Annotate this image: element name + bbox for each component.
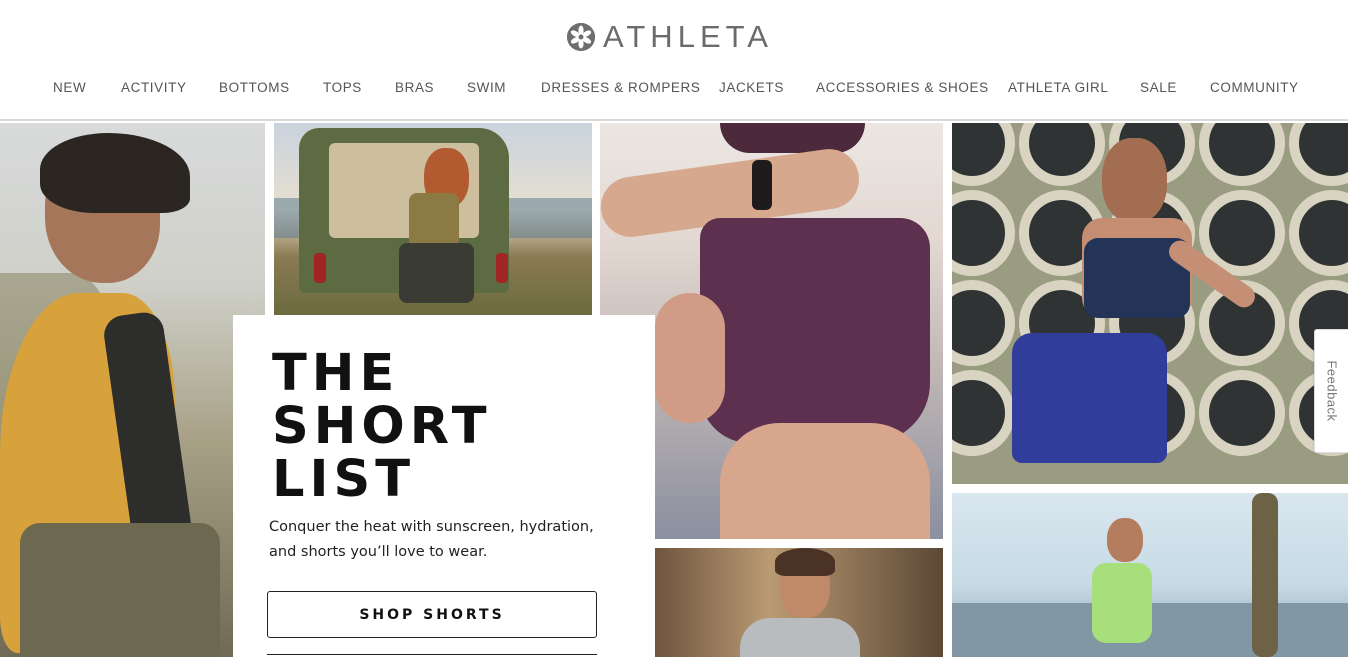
main-nav: NEW ACTIVITY BOTTOMS TOPS BRAS SWIM DRES… [0, 80, 1348, 100]
feedback-label: Feedback [1324, 360, 1339, 422]
nav-item-bottoms[interactable]: BOTTOMS [219, 80, 290, 95]
athleta-flower-logo-icon [567, 23, 595, 51]
brand-logo[interactable]: ATHLETA [567, 19, 773, 54]
nav-item-dresses-rompers[interactable]: DRESSES & ROMPERS [541, 80, 700, 95]
hero-image-palm[interactable] [655, 548, 943, 657]
promo-title-line: LIST [272, 450, 415, 509]
hero-image-car[interactable] [274, 123, 592, 315]
site-header: ATHLETA NEW ACTIVITY BOTTOMS TOPS BRAS S… [0, 0, 1348, 121]
nav-item-sale[interactable]: SALE [1140, 80, 1177, 95]
promo-subtitle-line: and shorts you’ll love to wear. [269, 544, 488, 560]
promo-title: THE SHORT LIST [272, 347, 632, 506]
brand-name: ATHLETA [603, 19, 773, 54]
promo-card: THE SHORT LIST Conquer the heat with sun… [233, 315, 655, 657]
hero-image-hiker[interactable] [0, 123, 265, 657]
nav-item-activity[interactable]: ACTIVITY [121, 80, 187, 95]
hero-image-runner[interactable] [952, 493, 1348, 657]
promo-subtitle-line: Conquer the heat with sunscreen, hydrati… [269, 519, 594, 535]
nav-item-swim[interactable]: SWIM [467, 80, 506, 95]
promo-title-line: SHORT [272, 397, 492, 456]
nav-item-tops[interactable]: TOPS [323, 80, 362, 95]
hero-image-circles[interactable] [952, 123, 1348, 484]
promo-subtitle: Conquer the heat with sunscreen, hydrati… [269, 515, 629, 565]
nav-item-accessories-shoes[interactable]: ACCESSORIES & SHOES [816, 80, 989, 95]
nav-item-athleta-girl[interactable]: ATHLETA GIRL [1008, 80, 1108, 95]
nav-item-bras[interactable]: BRAS [395, 80, 434, 95]
shop-shorts-button[interactable]: SHOP SHORTS [267, 591, 597, 638]
nav-item-community[interactable]: COMMUNITY [1210, 80, 1299, 95]
feedback-tab[interactable]: Feedback [1314, 329, 1348, 453]
nav-item-new[interactable]: NEW [53, 80, 86, 95]
nav-item-jackets[interactable]: JACKETS [719, 80, 784, 95]
promo-title-line: THE [272, 344, 400, 403]
